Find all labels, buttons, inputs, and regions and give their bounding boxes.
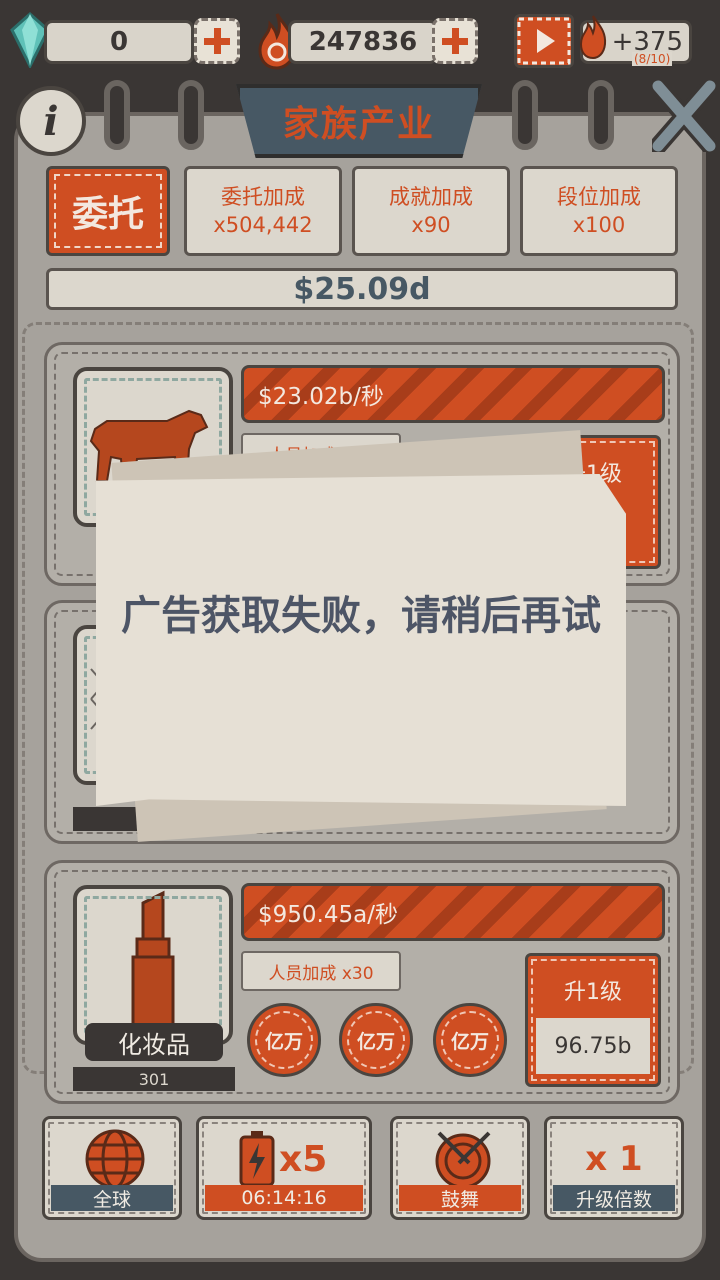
flame-small-icon <box>579 15 607 60</box>
binder-ring <box>178 80 204 150</box>
industry-name: 化妆品 <box>85 1023 223 1061</box>
boost-multiplier: x5 <box>279 1139 328 1180</box>
add-gems-button[interactable] <box>194 18 240 64</box>
total-money: $25.09d <box>46 268 678 310</box>
stat-value: x90 <box>411 213 451 237</box>
multiplier-label: 升级倍数 <box>553 1185 675 1211</box>
globe-icon <box>85 1129 145 1189</box>
stat-value: x100 <box>572 213 626 237</box>
global-label: 全球 <box>51 1185 173 1211</box>
income-rate: $950.45a/秒 <box>241 883 665 941</box>
upgrade-cost: 96.75b <box>536 1018 650 1074</box>
industry-level: 301 <box>73 1067 235 1091</box>
inspire-button[interactable]: 鼓舞 <box>390 1116 530 1220</box>
video-play-icon <box>517 17 571 65</box>
manager-coin[interactable]: 亿万 <box>433 1003 507 1077</box>
drum-icon <box>435 1131 491 1189</box>
multiplier-value: x 1 <box>585 1139 643 1179</box>
stat-label: 成就加成 <box>389 185 473 209</box>
info-icon: i <box>43 97 59 145</box>
stat-value: x504,442 <box>213 213 313 237</box>
upgrade-multiplier-button[interactable]: x 1 升级倍数 <box>544 1116 684 1220</box>
inspire-label: 鼓舞 <box>399 1185 521 1211</box>
info-button[interactable]: i <box>16 86 86 156</box>
industry-card: 化妆品 301 $950.45a/秒 人员加成 x30 亿万 亿万 亿万 升1级… <box>44 860 680 1104</box>
manager-coin[interactable]: 亿万 <box>339 1003 413 1077</box>
ad-count: (8/10) <box>632 52 673 66</box>
industry-icon-frame <box>73 885 233 1045</box>
lipstick-icon <box>131 890 175 1029</box>
binder-ring <box>104 80 130 150</box>
achievement-bonus: 成就加成 x90 <box>352 166 510 256</box>
boost-timer: 06:14:16 <box>205 1185 363 1211</box>
upgrade-label: 升1级 <box>564 980 622 1005</box>
boost-button[interactable]: x5 06:14:16 <box>196 1116 372 1220</box>
binder-ring <box>512 80 538 150</box>
delegate-button[interactable]: 委托 <box>46 166 170 256</box>
income-rate: $23.02b/秒 <box>241 365 665 423</box>
binder-ring <box>588 80 614 150</box>
manager-coin[interactable]: 亿万 <box>247 1003 321 1077</box>
staff-bonus: 人员加成 x30 <box>241 951 401 991</box>
close-button[interactable] <box>652 80 716 152</box>
dialog-message: 广告获取失败，请稍后再试 <box>121 593 601 639</box>
watch-ad-button[interactable] <box>514 14 574 68</box>
battery-icon <box>239 1131 275 1187</box>
stat-label: 段位加成 <box>557 185 641 209</box>
stat-label: 委托加成 <box>221 185 305 209</box>
gem-count: 0 <box>44 20 194 64</box>
error-dialog[interactable]: 广告获取失败，请稍后再试 <box>96 474 626 806</box>
add-flames-button[interactable] <box>432 18 478 64</box>
page-title: 家族产业 <box>236 84 482 158</box>
global-button[interactable]: 全球 <box>42 1116 182 1220</box>
delegate-bonus: 委托加成 x504,442 <box>184 166 342 256</box>
rank-bonus: 段位加成 x100 <box>520 166 678 256</box>
flame-count: 247836 <box>288 20 438 64</box>
upgrade-button[interactable]: 升1级 96.75b <box>525 953 661 1087</box>
